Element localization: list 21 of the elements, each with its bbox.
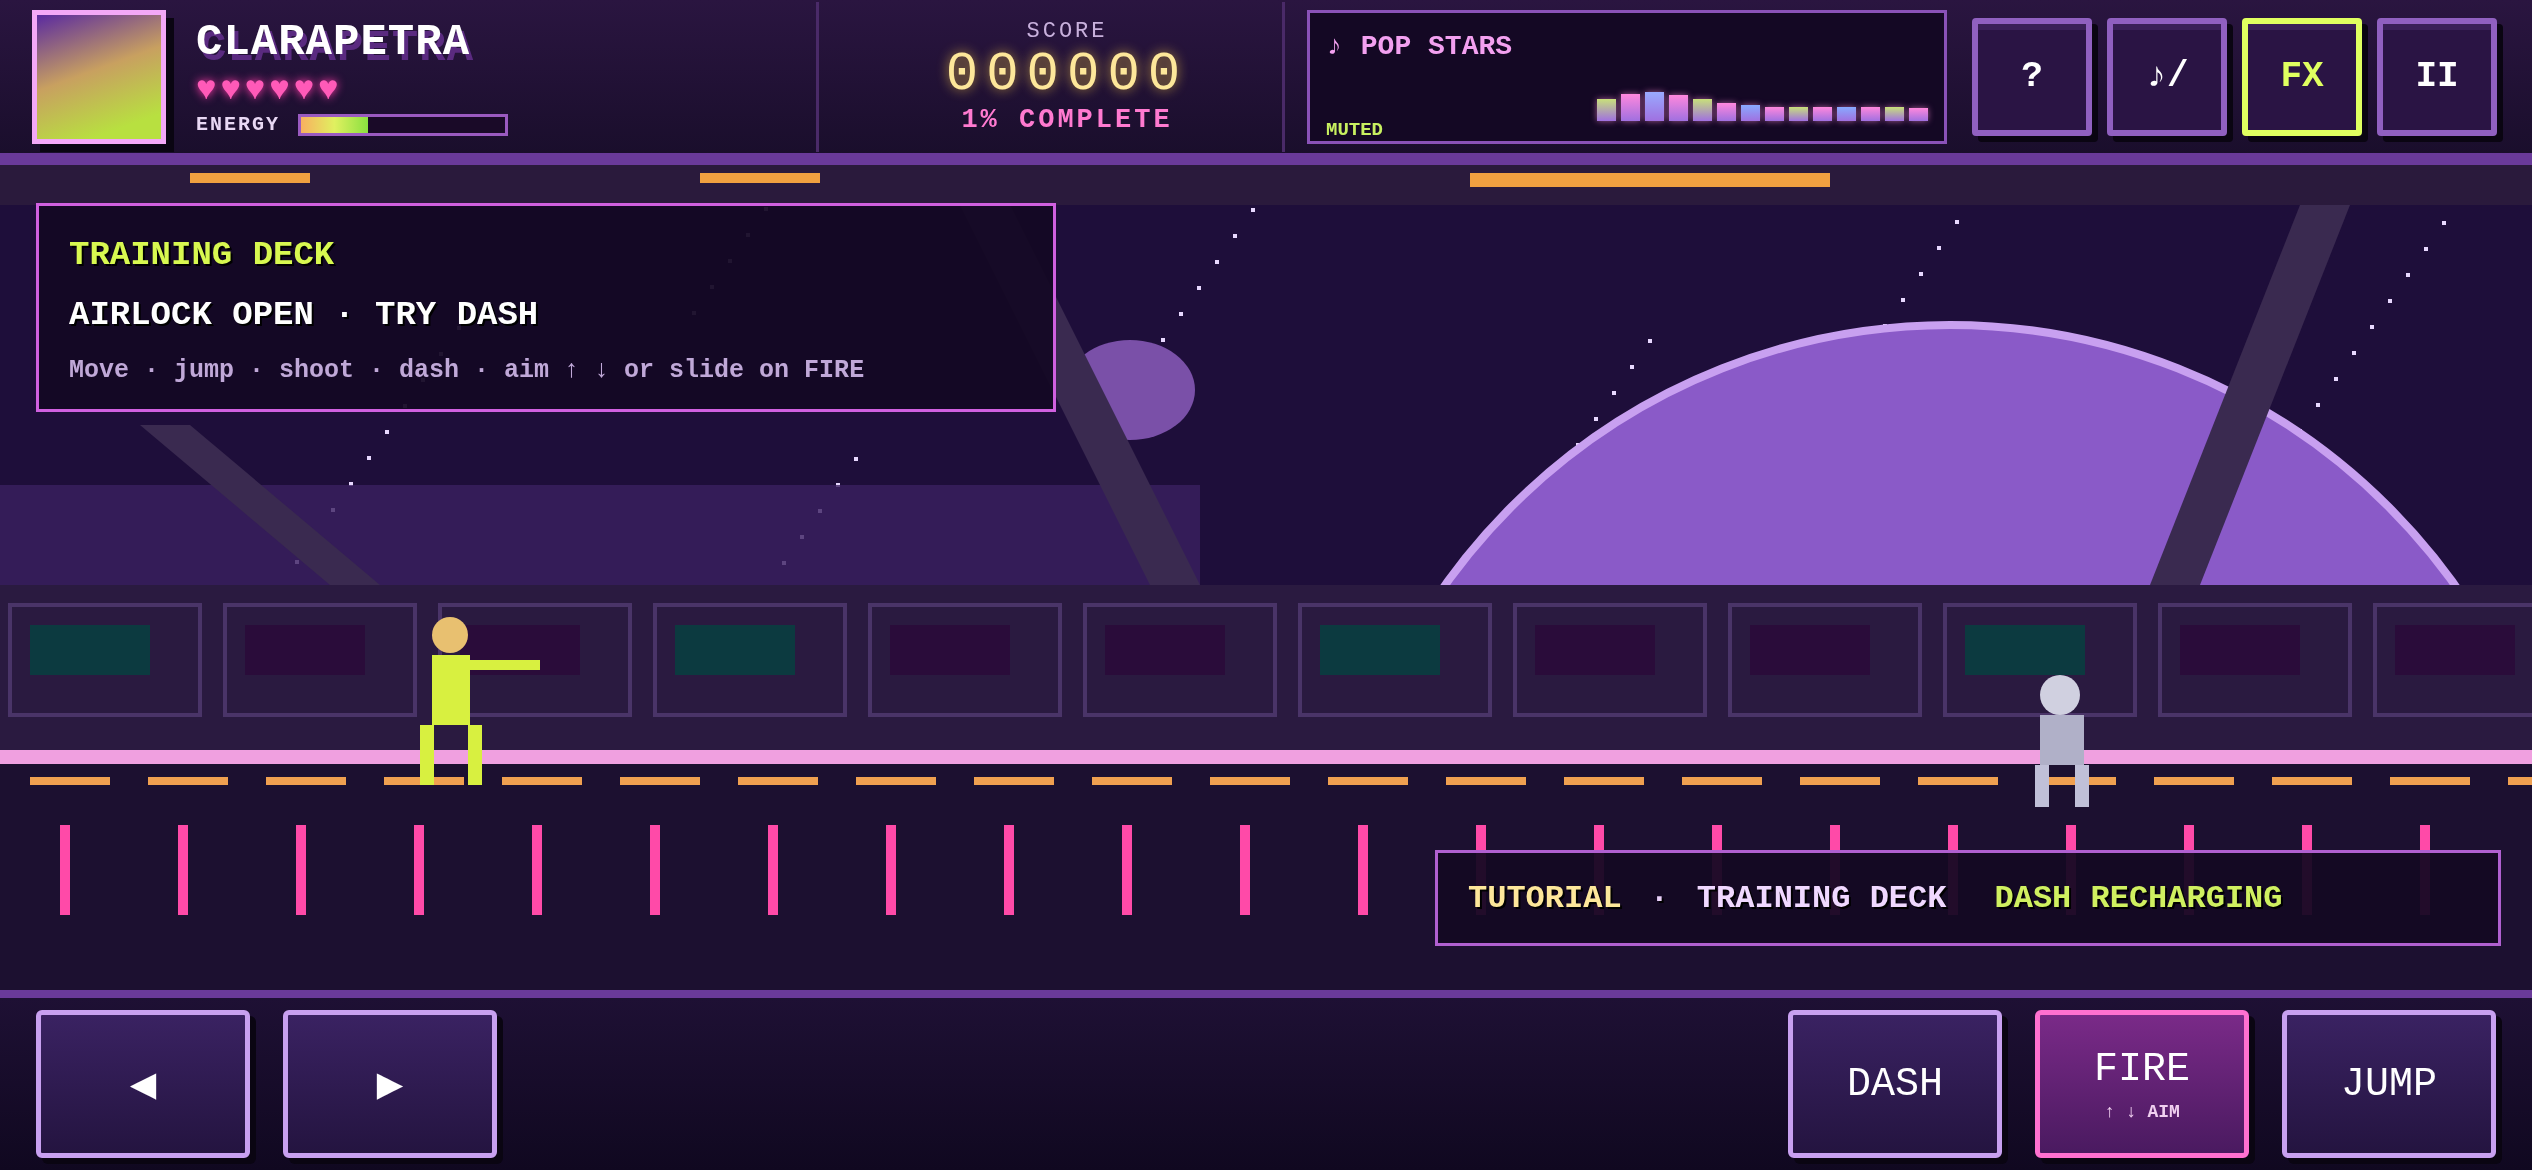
- music-status: MUTED: [1326, 118, 1383, 141]
- mode-label: TUTORIAL: [1468, 879, 1622, 917]
- score-label: SCORE: [1026, 18, 1108, 44]
- separator-dot: ·: [1649, 879, 1669, 917]
- progress-text: 1% COMPLETE: [961, 104, 1173, 135]
- heart-icon: ♥: [269, 73, 290, 107]
- heart-icon: ♥: [293, 73, 315, 107]
- music-note-icon: ♪: [1326, 30, 1343, 81]
- area-title: TRAINING DECK: [69, 236, 336, 274]
- heart-icon: ♥: [244, 73, 266, 107]
- track-title: POP STARS: [1360, 30, 1513, 64]
- heart-icon: ♥: [220, 73, 241, 107]
- heart-icon: ♥: [196, 73, 217, 107]
- energy-label: ENERGY: [196, 113, 280, 136]
- score-value: 000000: [945, 43, 1189, 105]
- objective-text: AIRLOCK OPEN · TRY DASH: [69, 296, 540, 334]
- area-label: TRAINING DECK: [1696, 879, 1947, 917]
- controls-hint: Move · jump · shoot · dash · aim ↑ ↓ or slide on FIRE: [69, 356, 866, 385]
- player-name: CLARAPETRA: [196, 17, 472, 67]
- heart-icon: ♥: [318, 73, 339, 107]
- dash-status: DASH RECHARGING: [1994, 879, 2283, 917]
